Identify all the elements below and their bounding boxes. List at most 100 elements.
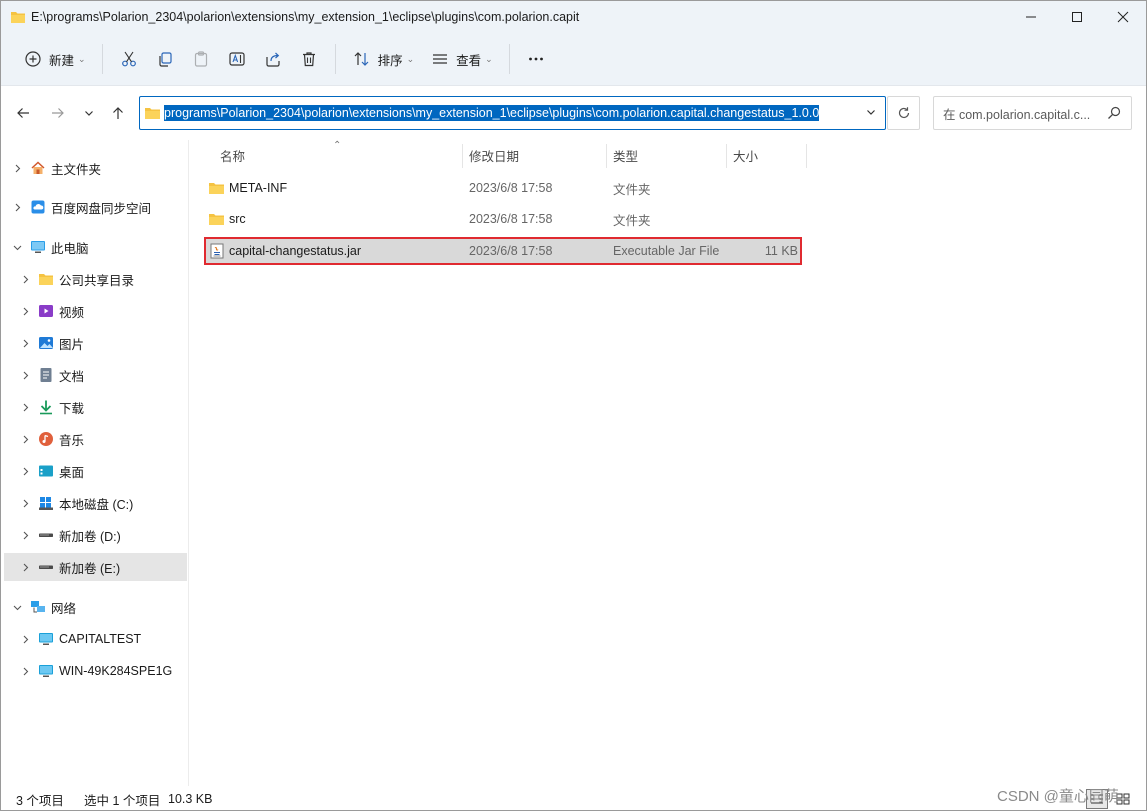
- minimize-button[interactable]: [1008, 1, 1054, 33]
- sidebar-item-music[interactable]: 音乐: [4, 425, 187, 453]
- column-divider[interactable]: [462, 144, 463, 168]
- file-size: 11 KB: [764, 244, 798, 258]
- chevron-right-icon[interactable]: [10, 200, 24, 214]
- recent-locations-button[interactable]: [75, 99, 103, 127]
- share-button[interactable]: [255, 41, 291, 77]
- sidebar-item-label: WIN-49K284SPE1G: [59, 664, 173, 678]
- view-icon: [430, 49, 450, 69]
- sidebar-item-shared-folder[interactable]: 公司共享目录: [4, 265, 187, 293]
- refresh-button[interactable]: [887, 96, 920, 130]
- sidebar-item-capitaltest[interactable]: CAPITALTEST: [4, 625, 187, 653]
- close-icon: [1117, 11, 1129, 23]
- sidebar-item-downloads[interactable]: 下载: [4, 393, 187, 421]
- chevron-right-icon[interactable]: [18, 464, 32, 478]
- file-modified: 2023/6/8 17:58: [469, 212, 553, 226]
- plus-circle-icon: [23, 49, 43, 69]
- sidebar-item-documents[interactable]: 文档: [4, 361, 187, 389]
- back-button[interactable]: [9, 99, 37, 127]
- sidebar-item-label: 音乐: [59, 433, 85, 448]
- column-header-name[interactable]: 名称: [220, 140, 460, 170]
- picture-icon: [38, 335, 54, 351]
- column-header-size[interactable]: 大小: [733, 140, 803, 170]
- chevron-right-icon[interactable]: [10, 161, 24, 175]
- chevron-right-icon[interactable]: [18, 528, 32, 542]
- close-button[interactable]: [1100, 1, 1146, 33]
- sidebar-item-home[interactable]: 主文件夹: [4, 154, 187, 182]
- more-button[interactable]: [518, 41, 554, 77]
- chevron-right-icon[interactable]: [18, 400, 32, 414]
- search-icon: [1108, 106, 1121, 119]
- column-divider[interactable]: [606, 144, 607, 168]
- address-bar[interactable]: programs\Polarion_2304\polarion\extensio…: [139, 96, 886, 130]
- sidebar-item-win-host[interactable]: WIN-49K284SPE1G: [4, 657, 187, 685]
- chevron-right-icon[interactable]: [18, 272, 32, 286]
- delete-button[interactable]: [291, 41, 327, 77]
- chevron-right-icon[interactable]: [18, 632, 32, 646]
- sidebar-item-videos[interactable]: 视频: [4, 297, 187, 325]
- chevron-right-icon[interactable]: [18, 496, 32, 510]
- column-header-modified[interactable]: 修改日期: [469, 140, 604, 170]
- sidebar-item-desktop[interactable]: 桌面: [4, 457, 187, 485]
- chevron-down-icon: [85, 111, 93, 116]
- arrow-right-icon: [52, 108, 64, 118]
- toolbar-divider: [334, 44, 336, 74]
- search-input[interactable]: 在 com.polarion.capital.c...: [933, 96, 1132, 130]
- drive-icon: [38, 527, 54, 543]
- forward-button[interactable]: [44, 99, 72, 127]
- paste-button[interactable]: [183, 41, 219, 77]
- sidebar-item-drive-d[interactable]: 新加卷 (D:): [4, 521, 187, 549]
- minimize-icon: [1026, 16, 1036, 18]
- sidebar-item-baidu-sync[interactable]: 百度网盘同步空间: [4, 193, 187, 221]
- view-button-label: 查看: [456, 53, 482, 68]
- file-row[interactable]: src 2023/6/8 17:58 文件夹: [204, 205, 802, 233]
- sidebar-item-label: 文档: [59, 369, 85, 384]
- address-path[interactable]: programs\Polarion_2304\polarion\extensio…: [164, 105, 820, 121]
- chevron-down-icon[interactable]: [865, 106, 877, 118]
- sidebar-item-drive-e[interactable]: 新加卷 (E:): [4, 553, 187, 581]
- file-row[interactable]: META-INF 2023/6/8 17:58 文件夹: [204, 174, 802, 202]
- chevron-right-icon[interactable]: [18, 304, 32, 318]
- sidebar-item-network[interactable]: 网络: [4, 593, 187, 621]
- file-explorer-window: E:\programs\Polarion_2304\polarion\exten…: [0, 0, 1147, 811]
- file-name: META-INF: [229, 181, 288, 195]
- column-divider[interactable]: [806, 144, 807, 168]
- address-row: programs\Polarion_2304\polarion\extensio…: [1, 86, 1146, 140]
- maximize-icon: [1072, 12, 1082, 22]
- sidebar-item-label: 下载: [59, 401, 85, 416]
- copy-button[interactable]: [147, 41, 183, 77]
- network-icon: [30, 599, 46, 615]
- rename-button[interactable]: [219, 41, 255, 77]
- column-divider[interactable]: [726, 144, 727, 168]
- window-title: E:\programs\Polarion_2304\polarion\exten…: [31, 10, 580, 24]
- sidebar-item-pictures[interactable]: 图片: [4, 329, 187, 357]
- new-button[interactable]: 新建 ⌄: [15, 41, 94, 77]
- file-list: ⌃ 名称 修改日期 类型 大小 META-INF 2023/6/8 17:58 …: [190, 140, 1146, 786]
- chevron-down-icon: ⌄: [406, 53, 415, 64]
- chevron-right-icon[interactable]: [18, 560, 32, 574]
- sort-button[interactable]: 排序 ⌄: [344, 41, 423, 77]
- sidebar-item-label: 图片: [59, 337, 85, 352]
- rename-icon: [227, 49, 247, 69]
- command-bar: 新建 ⌄ 排序 ⌄ 查看 ⌄: [1, 33, 1146, 86]
- chevron-right-icon[interactable]: [18, 432, 32, 446]
- navigation-pane: 主文件夹 百度网盘同步空间 此电脑 公司共享目录 视频 图片 文档 下载 音乐 …: [1, 140, 189, 786]
- maximize-button[interactable]: [1054, 1, 1100, 33]
- up-button[interactable]: [104, 99, 132, 127]
- chevron-down-icon[interactable]: [10, 600, 24, 614]
- chevron-right-icon[interactable]: [18, 664, 32, 678]
- column-header-type[interactable]: 类型: [613, 140, 723, 170]
- sidebar-item-this-pc[interactable]: 此电脑: [4, 233, 187, 261]
- chevron-down-icon: ⌄: [78, 53, 86, 64]
- chevron-right-icon[interactable]: [18, 336, 32, 350]
- sidebar-item-label: 视频: [59, 305, 85, 320]
- csdn-watermark: CSDN @童心同萌: [997, 788, 1119, 805]
- cut-button[interactable]: [111, 41, 147, 77]
- chevron-right-icon[interactable]: [18, 368, 32, 382]
- sidebar-item-drive-c[interactable]: 本地磁盘 (C:): [4, 489, 187, 517]
- folder-icon: [11, 12, 25, 23]
- chevron-down-icon[interactable]: [10, 240, 24, 254]
- file-row-selected[interactable]: capital-changestatus.jar 2023/6/8 17:58 …: [204, 237, 802, 265]
- view-button[interactable]: 查看 ⌄: [422, 41, 501, 77]
- document-icon: [38, 367, 54, 383]
- more-icon: [526, 49, 546, 69]
